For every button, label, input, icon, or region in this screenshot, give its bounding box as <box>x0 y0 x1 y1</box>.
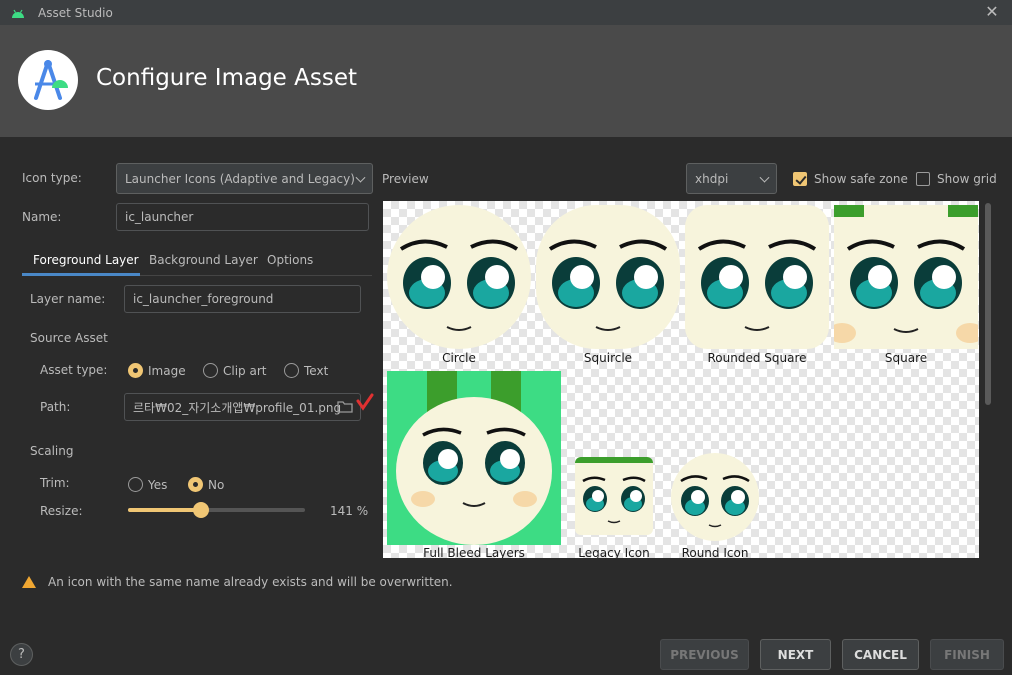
character-face <box>685 205 829 349</box>
preview-scrollbar[interactable] <box>985 203 991 405</box>
icon-caption-rounded-square: Rounded Square <box>707 351 807 365</box>
close-icon[interactable]: ✕ <box>984 4 1000 20</box>
icon-preview-legacy <box>575 457 653 535</box>
tab-options[interactable]: Options <box>267 250 313 276</box>
character-face <box>575 457 653 535</box>
layer-tabs: Foreground Layer Background Layer Option… <box>22 250 372 276</box>
character-face <box>536 205 680 349</box>
tab-background-layer[interactable]: Background Layer <box>149 250 258 276</box>
character-face <box>834 205 978 349</box>
icon-preview-full-bleed <box>387 371 561 545</box>
scaling-heading: Scaling <box>30 444 74 458</box>
character-face <box>671 453 759 541</box>
help-button[interactable]: ? <box>10 643 33 666</box>
radio-unchecked-icon <box>284 363 299 378</box>
checkbox-label: Show safe zone <box>814 172 908 186</box>
radio-checked-icon <box>188 477 203 492</box>
chevron-down-icon <box>355 172 366 183</box>
layer-name-label: Layer name: <box>30 292 106 306</box>
overwrite-warning: An icon with the same name already exist… <box>22 575 453 589</box>
checkbox-unchecked-icon <box>916 172 930 186</box>
next-button[interactable]: NEXT <box>760 639 831 670</box>
preview-panel: Circle Squircle Rounded Square Square Fu… <box>383 201 979 558</box>
title-bar: Asset Studio ✕ <box>0 0 1012 25</box>
resize-value: 141 % <box>330 504 369 518</box>
name-label: Name: <box>22 210 62 224</box>
radio-label: No <box>208 477 225 492</box>
page-title: Configure Image Asset <box>96 65 357 91</box>
resize-label: Resize: <box>40 504 83 518</box>
layer-name-input[interactable]: ic_launcher_foreground <box>124 285 361 313</box>
finish-button[interactable]: FINISH <box>930 639 1004 670</box>
asset-type-label: Asset type: <box>40 363 108 377</box>
source-asset-heading: Source Asset <box>30 331 108 345</box>
android-studio-logo <box>18 50 78 110</box>
trim-yes-radio[interactable]: Yes <box>128 477 167 492</box>
radio-label: Yes <box>148 477 168 492</box>
resize-slider[interactable] <box>128 502 305 518</box>
radio-label: Image <box>148 363 186 378</box>
icon-preview-round <box>671 453 759 541</box>
name-input[interactable]: ic_launcher <box>116 203 369 231</box>
android-icon <box>11 8 25 18</box>
path-label: Path: <box>40 400 71 414</box>
icon-preview-rounded-square <box>685 205 829 349</box>
path-value: 르타₩02_자기소개앱₩profile_01.png <box>133 400 342 415</box>
icon-type-value: Launcher Icons (Adaptive and Legacy) <box>125 171 355 186</box>
radio-checked-icon <box>128 363 143 378</box>
icon-preview-squircle <box>536 205 680 349</box>
path-input[interactable]: 르타₩02_자기소개앱₩profile_01.png <box>124 393 361 421</box>
radio-unchecked-icon <box>128 477 143 492</box>
icon-caption-full-bleed: Full Bleed Layers <box>423 546 525 558</box>
resize-slider-fill <box>128 508 201 512</box>
folder-icon[interactable] <box>337 400 353 414</box>
trim-no-radio[interactable]: No <box>188 477 224 492</box>
trim-label: Trim: <box>40 476 70 490</box>
checkmark-annotation-icon <box>356 393 374 411</box>
previous-button[interactable]: PREVIOUS <box>660 639 749 670</box>
name-value: ic_launcher <box>125 210 194 224</box>
wizard-header: Configure Image Asset <box>0 25 1012 137</box>
asset-type-image-radio[interactable]: Image <box>128 363 186 378</box>
radio-unchecked-icon <box>203 363 218 378</box>
resize-slider-thumb[interactable] <box>192 502 209 518</box>
cancel-button[interactable]: CANCEL <box>842 639 919 670</box>
icon-caption-square: Square <box>884 351 928 365</box>
show-safe-zone-checkbox[interactable]: Show safe zone <box>793 172 908 186</box>
icon-type-label: Icon type: <box>22 171 82 185</box>
character-face <box>387 205 531 349</box>
layer-name-value: ic_launcher_foreground <box>133 292 274 306</box>
icon-caption-legacy: Legacy Icon <box>578 546 650 558</box>
chevron-down-icon <box>759 172 770 183</box>
preview-label: Preview <box>382 172 429 186</box>
icon-preview-square <box>834 205 978 349</box>
radio-label: Clip art <box>223 363 267 378</box>
icon-caption-squircle: Squircle <box>583 351 633 365</box>
warning-text: An icon with the same name already exist… <box>48 575 453 589</box>
asset-type-clipart-radio[interactable]: Clip art <box>203 363 266 378</box>
icon-caption-round: Round Icon <box>681 546 749 558</box>
checkbox-label: Show grid <box>937 172 997 186</box>
show-grid-checkbox[interactable]: Show grid <box>916 172 997 186</box>
asset-type-text-radio[interactable]: Text <box>284 363 328 378</box>
radio-label: Text <box>304 363 329 378</box>
tab-foreground-layer[interactable]: Foreground Layer <box>22 250 140 276</box>
icon-preview-circle <box>387 205 531 349</box>
checkbox-checked-icon <box>793 172 807 186</box>
icon-caption-circle: Circle <box>442 351 476 365</box>
density-value: xhdpi <box>695 171 729 186</box>
warning-icon <box>22 576 36 588</box>
icon-type-select[interactable]: Launcher Icons (Adaptive and Legacy) <box>116 163 373 194</box>
density-select[interactable]: xhdpi <box>686 163 777 194</box>
window-title: Asset Studio <box>38 5 113 20</box>
